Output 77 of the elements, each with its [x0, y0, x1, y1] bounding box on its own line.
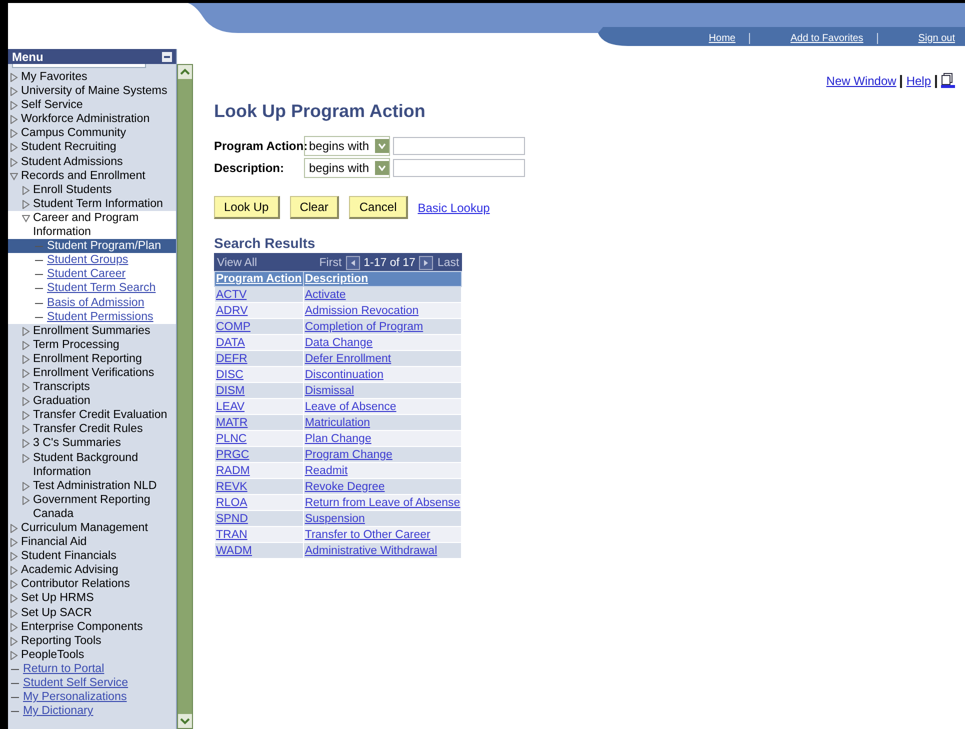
menu-folder[interactable]: Transfer Credit Evaluation: [33, 408, 168, 422]
previous-icon[interactable]: [346, 256, 360, 270]
results-range: 1-17 of 17: [364, 256, 416, 268]
menu-folder[interactable]: Campus Community: [21, 126, 126, 140]
menu-folder[interactable]: Student Term Information: [33, 196, 163, 211]
menu-folder[interactable]: Enrollment Verifications: [33, 366, 154, 380]
field-label: Program Action:: [214, 139, 304, 153]
menu-link[interactable]: Student Self Service: [23, 676, 128, 690]
menu-folder[interactable]: Records and Enrollment: [21, 168, 146, 183]
chevron-down-icon[interactable]: [378, 143, 386, 149]
chevron-down-icon[interactable]: [378, 165, 386, 171]
menu-folder[interactable]: Transfer Credit Rules: [33, 422, 143, 436]
column-header[interactable]: Program Action: [216, 273, 302, 285]
last-label: Last: [437, 256, 460, 268]
menu-title: Menu: [12, 50, 44, 64]
menu-folder[interactable]: Set Up SACR: [21, 606, 92, 620]
menu-link[interactable]: Student Term Search: [47, 281, 156, 296]
menu-folder[interactable]: Transcripts: [33, 380, 90, 394]
new-window-link[interactable]: New Window: [826, 74, 896, 88]
collapse-icon[interactable]: [162, 52, 172, 62]
menu-folder[interactable]: Reporting Tools: [21, 634, 102, 648]
menu-folder[interactable]: Workforce Administration: [21, 112, 150, 126]
document-icon[interactable]: [941, 73, 955, 89]
header-link[interactable]: Sign out: [878, 32, 965, 44]
menu-folder[interactable]: Enrollment Reporting: [33, 352, 142, 366]
menu-folder[interactable]: Student Background Information: [33, 450, 176, 479]
menu-folder[interactable]: Enterprise Components: [21, 620, 143, 634]
menu-folder[interactable]: Term Processing: [33, 338, 120, 352]
menu-link[interactable]: Student Career: [47, 267, 126, 282]
first-label: First: [319, 256, 342, 268]
menu-folder[interactable]: University of Maine Systems: [21, 84, 168, 98]
menu-folder[interactable]: Academic Advising: [21, 563, 118, 578]
menu-folder[interactable]: Contributor Relations: [21, 577, 130, 592]
menu-folder[interactable]: Enrollment Summaries: [33, 324, 150, 338]
menu-folder[interactable]: Student Admissions: [21, 154, 123, 169]
menu-folder[interactable]: Test Administration NLD: [33, 478, 157, 493]
operator-dropdown[interactable]: begins with: [304, 158, 390, 178]
action-button[interactable]: Look Up: [214, 196, 280, 219]
help-link[interactable]: Help: [906, 74, 931, 88]
menu-folder[interactable]: Financial Aid: [21, 535, 87, 550]
scrollbar[interactable]: [177, 64, 193, 729]
menu-folder[interactable]: Enroll Students: [33, 182, 112, 197]
menu-folder[interactable]: Government Reporting Canada: [33, 492, 176, 521]
menu-folder[interactable]: Graduation: [33, 394, 90, 408]
menu-search-field[interactable]: [12, 64, 146, 68]
menu-link[interactable]: Basis of Admission: [47, 296, 144, 310]
menu-link[interactable]: Student Groups: [47, 253, 128, 268]
menu-folder[interactable]: PeopleTools: [21, 648, 84, 662]
menu-link[interactable]: Return to Portal: [23, 662, 104, 676]
basic-lookup-link[interactable]: Basic Lookup: [418, 200, 490, 214]
menu-folder[interactable]: Student Financials: [21, 549, 116, 564]
next-icon[interactable]: [419, 256, 434, 270]
menu-folder[interactable]: 3 C's Summaries: [33, 436, 121, 451]
scroll-down-icon[interactable]: [178, 714, 192, 728]
description-link[interactable]: Return from Leave of Absense: [304, 496, 460, 508]
menu-link[interactable]: Student Permissions: [47, 310, 154, 324]
menu-link[interactable]: My Personalizations: [23, 690, 127, 704]
menu-link[interactable]: My Dictionary: [23, 704, 94, 718]
input-field[interactable]: [393, 159, 525, 177]
action-button[interactable]: Clear: [290, 196, 340, 219]
page-title: Look Up Program Action: [214, 101, 426, 122]
field-label: Description:: [214, 161, 286, 175]
menu-folder[interactable]: Career and Program Information: [33, 210, 176, 240]
menu-folder[interactable]: Set Up HRMS: [21, 591, 94, 606]
operator-dropdown[interactable]: begins with: [304, 136, 390, 156]
view-all-link[interactable]: View All: [217, 256, 258, 268]
action-button[interactable]: Cancel: [349, 196, 408, 219]
description-link[interactable]: Activate: [304, 288, 346, 300]
header-link[interactable]: Home: [668, 32, 750, 44]
input-field[interactable]: [393, 137, 525, 155]
header-link[interactable]: Add to Favorites: [750, 32, 878, 44]
menu-folder[interactable]: Curriculum Management: [21, 521, 148, 536]
menu-folder[interactable]: My Favorites: [21, 70, 88, 84]
results-title: Search Results: [214, 235, 316, 251]
scroll-up-icon[interactable]: [178, 65, 192, 79]
menu-folder[interactable]: Self Service: [21, 98, 83, 112]
menu-folder[interactable]: Student Recruiting: [21, 140, 116, 155]
